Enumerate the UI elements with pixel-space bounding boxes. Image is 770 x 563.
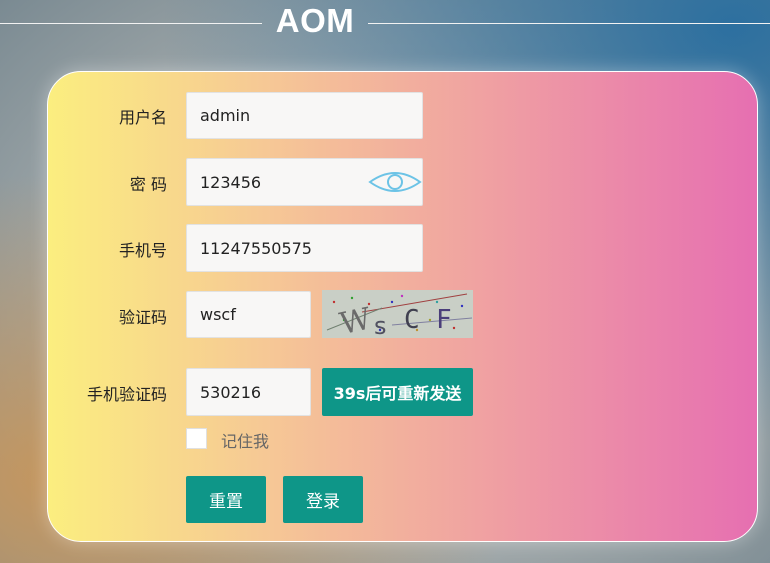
- sms-code-input[interactable]: 530216: [186, 368, 311, 416]
- captcha-image[interactable]: W s C F: [322, 290, 473, 338]
- title-divider-right: [368, 23, 770, 24]
- captcha-char-3: C: [404, 305, 420, 335]
- captcha-graphic: W s C F: [326, 293, 473, 338]
- captcha-char-1: W: [337, 301, 375, 338]
- resend-sms-button[interactable]: 39s后可重新发送: [322, 368, 473, 416]
- captcha-input[interactable]: wscf: [186, 291, 311, 338]
- app-title: AOM: [275, 2, 355, 39]
- password-value: 123456: [200, 172, 262, 192]
- remember-checkbox[interactable]: [186, 428, 207, 449]
- sms-code-label: 手机验证码: [86, 385, 167, 404]
- remember-label: 记住我: [221, 432, 270, 451]
- username-label: 用户名: [118, 108, 167, 127]
- password-label: 密 码: [129, 175, 167, 194]
- eye-icon[interactable]: [368, 170, 422, 194]
- captcha-label: 验证码: [118, 308, 167, 327]
- phone-label: 手机号: [118, 241, 167, 260]
- captcha-char-4: F: [436, 305, 452, 335]
- title-bar: AOM: [0, 0, 770, 48]
- captcha-char-2: s: [374, 312, 387, 338]
- title-divider-left: [0, 23, 262, 24]
- reset-button[interactable]: 重置: [186, 476, 266, 523]
- phone-input[interactable]: 11247550575: [186, 224, 423, 272]
- username-input[interactable]: admin: [186, 92, 423, 139]
- login-button[interactable]: 登录: [283, 476, 363, 523]
